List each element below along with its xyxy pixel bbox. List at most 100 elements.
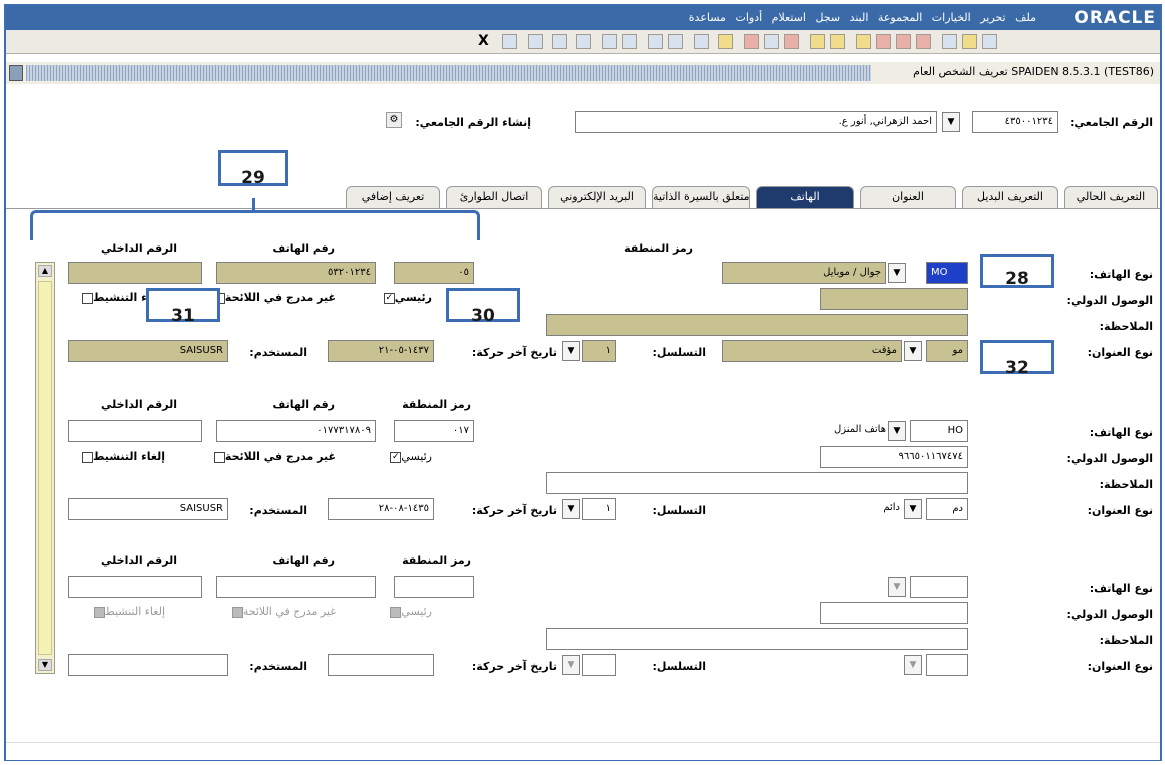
unlisted-checkbox[interactable]: غير مدرج في اللائحة <box>213 291 336 304</box>
tab-address[interactable]: العنوان <box>860 186 956 208</box>
id-field[interactable]: ٤٣٥٠٠١٢٣٤ <box>972 111 1058 133</box>
help-icon[interactable] <box>502 34 517 49</box>
open-icon[interactable] <box>718 34 733 49</box>
tab-email[interactable]: البريد الإلكتروني <box>548 186 646 208</box>
tree-icon[interactable] <box>528 34 543 49</box>
address-type-code-field-3[interactable] <box>926 654 968 676</box>
comment-field-2[interactable] <box>546 472 968 494</box>
primary-checkbox-3[interactable]: رئيسي <box>389 605 432 618</box>
status-bar <box>6 742 1160 760</box>
move-icon[interactable] <box>552 34 567 49</box>
menu-item[interactable]: البند <box>850 11 869 24</box>
phone-type-lookup-button-3[interactable]: ▼ <box>888 577 906 597</box>
filter2-icon[interactable] <box>668 34 683 49</box>
extension-field-3[interactable] <box>68 576 202 598</box>
comment-label-3: الملاحظة: <box>1099 634 1153 647</box>
previous-record-icon[interactable] <box>896 34 911 49</box>
records-scrollbar[interactable]: ▲ ▼ <box>35 262 55 674</box>
address-type-code-field-2[interactable]: دم <box>926 498 968 520</box>
print-icon[interactable] <box>694 34 709 49</box>
sequence-lookup-button-2[interactable]: ▼ <box>562 499 580 519</box>
area-code-field[interactable]: ٠٥ <box>394 262 474 284</box>
inactivate-checkbox-3[interactable]: إلغاء التنشيط <box>93 605 165 618</box>
comment-field-3[interactable] <box>546 628 968 650</box>
generate-id-icon[interactable]: ⚙ <box>386 112 402 128</box>
sequence-field[interactable]: ١ <box>582 340 616 362</box>
unlisted-checkbox-2[interactable]: غير مدرج في اللائحة <box>213 450 336 463</box>
user-field-2: SAISUSR <box>68 498 228 520</box>
tab-telephone[interactable]: الهاتف <box>756 186 854 208</box>
query-icon[interactable] <box>810 34 825 49</box>
exit-button[interactable]: X <box>478 33 489 49</box>
intl-access-field[interactable] <box>820 288 968 310</box>
sequence-label-3: التسلسل: <box>652 660 707 673</box>
previous-block-icon[interactable] <box>876 34 891 49</box>
phone-number-field-2[interactable]: ٠١٧٧٣١٧٨٠٩ <box>216 420 376 442</box>
primary-label-3: رئيسي <box>401 605 432 618</box>
address-type-code-field[interactable]: مو <box>926 340 968 362</box>
intl-access-field-2[interactable]: ٩٦٦٥٠١١٦٧٤٧٤ <box>820 446 968 468</box>
phone-type-code-field-2[interactable]: HO <box>910 420 968 442</box>
execute-icon[interactable] <box>830 34 845 49</box>
address-type-lookup-button[interactable]: ▼ <box>904 341 922 361</box>
scroll-up-icon[interactable]: ▲ <box>38 265 52 277</box>
remove-icon[interactable] <box>784 34 799 49</box>
block2-icon[interactable] <box>622 34 637 49</box>
tab-additional-id[interactable]: تعريف إضافي <box>346 186 440 208</box>
address-type-lookup-button-2[interactable]: ▼ <box>904 499 922 519</box>
phone-number-field-3[interactable] <box>216 576 376 598</box>
menu-block[interactable]: المجموعة <box>878 11 922 24</box>
phone-type-code-field-3[interactable] <box>910 576 968 598</box>
area-code-field-3[interactable] <box>394 576 474 598</box>
tab-emergency-contact[interactable]: اتصال الطوارئ <box>446 186 542 208</box>
primary-check-icon-2: ✓ <box>390 451 402 463</box>
comment-field[interactable] <box>546 314 968 336</box>
block-icon[interactable] <box>602 34 617 49</box>
next-record-icon[interactable] <box>916 34 931 49</box>
sequence-field-2[interactable]: ١ <box>582 498 616 520</box>
address-type-label-2: نوع العنوان: <box>1087 504 1153 517</box>
scroll-thumb[interactable] <box>38 281 52 655</box>
intl-access-label: الوصول الدولي: <box>1066 294 1153 307</box>
primary-checkbox-2[interactable]: ✓ رئيسي <box>389 450 432 463</box>
name-field[interactable]: احمد الزهراني, أنور ع. <box>575 111 937 133</box>
phone-number-field[interactable]: ٥٣٢٠١٢٣٤ <box>216 262 376 284</box>
tab-biographical[interactable]: متعلق بالسيرة الذاتية <box>652 186 750 208</box>
menu-query[interactable]: استعلام <box>772 11 806 24</box>
phone-type-lookup-button[interactable]: ▼ <box>888 263 906 283</box>
primary-checkbox[interactable]: ✓ رئيسي <box>383 291 432 304</box>
intl-access-label-3: الوصول الدولي: <box>1066 608 1153 621</box>
save-icon[interactable] <box>982 34 997 49</box>
document-icon[interactable] <box>942 34 957 49</box>
phone-type-lookup-button-2[interactable]: ▼ <box>888 421 906 441</box>
unlisted-checkbox-3[interactable]: غير مدرج في اللائحة <box>231 605 336 618</box>
menu-record[interactable]: سجل <box>815 11 840 24</box>
extension-field[interactable] <box>68 262 202 284</box>
extension-field-2[interactable] <box>68 420 202 442</box>
first-record-icon[interactable] <box>856 34 871 49</box>
nav-icon[interactable] <box>576 34 591 49</box>
sequence-lookup-button-3[interactable]: ▼ <box>562 655 580 675</box>
filter-icon[interactable] <box>648 34 663 49</box>
intl-access-field-3[interactable] <box>820 602 968 624</box>
address-type-lookup-button-3[interactable]: ▼ <box>904 655 922 675</box>
sequence-field-3[interactable] <box>582 654 616 676</box>
id-search-button[interactable]: ▼ <box>942 112 960 132</box>
user-label-2: المستخدم: <box>249 504 307 517</box>
menu-options[interactable]: الخيارات <box>932 11 971 24</box>
menu-file[interactable]: ملف <box>1015 11 1036 24</box>
menu-tools[interactable]: أدوات <box>735 11 762 24</box>
menu-help[interactable]: مساعدة <box>689 11 726 24</box>
tab-current-id[interactable]: التعريف الحالي <box>1064 186 1158 208</box>
menu-edit[interactable]: تحرير <box>980 11 1005 24</box>
rollback-icon[interactable] <box>962 34 977 49</box>
area-code-field-2[interactable]: ٠١٧ <box>394 420 474 442</box>
scroll-down-icon[interactable]: ▼ <box>38 659 52 671</box>
tab-alternate-id[interactable]: التعريف البديل <box>962 186 1058 208</box>
clear-icon[interactable] <box>764 34 779 49</box>
phone-type-code-field[interactable]: MO <box>926 262 968 284</box>
comment-label-2: الملاحظة: <box>1099 478 1153 491</box>
sequence-lookup-button[interactable]: ▼ <box>562 341 580 361</box>
inactivate-checkbox-2[interactable]: إلغاء التنشيط <box>81 450 165 463</box>
delete-icon[interactable] <box>744 34 759 49</box>
